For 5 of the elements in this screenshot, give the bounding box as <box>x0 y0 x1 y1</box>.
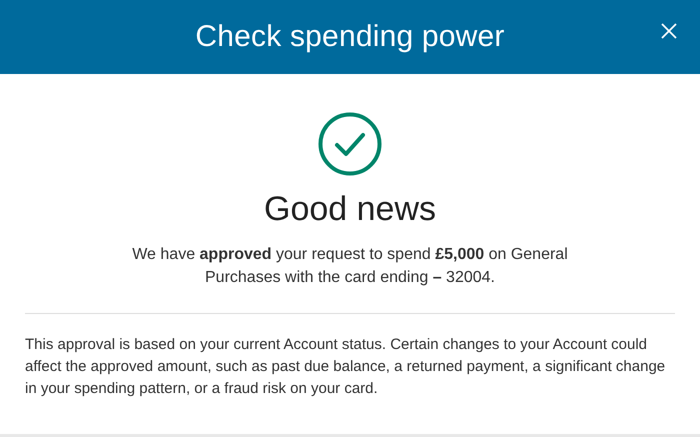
disclaimer-text: This approval is based on your current Account status. Certain changes to your Account could affect the approved amount, such as past due balance, a returned payment, a significant change in your spending pattern, or a fraud risk on your card. <box>25 335 666 399</box>
result-heading: Good news <box>264 190 436 229</box>
close-icon <box>660 22 678 40</box>
dialog-title: Check spending power <box>195 20 505 54</box>
result-message: We have approved your request to spend £5,000 on General Purchases with the card ending – 32004. <box>131 245 569 288</box>
